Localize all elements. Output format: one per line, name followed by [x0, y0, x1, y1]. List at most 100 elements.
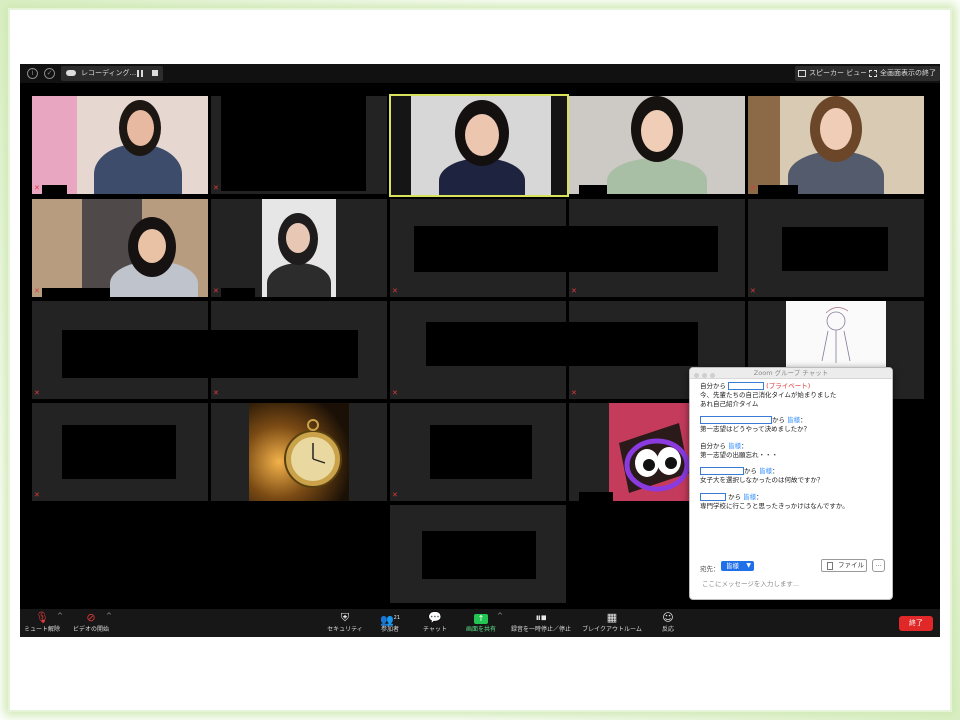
participants-label: 参加者	[380, 626, 399, 633]
send-to-label: 宛先：	[700, 565, 720, 573]
participant-body	[607, 158, 707, 194]
reactions-button[interactable]: ☺ 反応	[656, 611, 680, 634]
end-meeting-label: 終了	[909, 619, 923, 627]
video-options-caret-icon[interactable]: ^	[106, 612, 112, 620]
minimize-dot[interactable]	[702, 373, 707, 378]
muted-mic-icon: ✕	[213, 184, 219, 192]
participant-body	[267, 263, 331, 297]
participants-button[interactable]: 👥21 参加者	[372, 611, 408, 634]
name-label	[42, 288, 110, 297]
video-tile[interactable]	[569, 96, 745, 194]
emoji-icon: ☺	[662, 611, 674, 624]
video-tile[interactable]: ✕	[32, 403, 208, 501]
muted-mic-icon: ✕	[392, 287, 398, 295]
participant-face	[820, 108, 852, 150]
grid-icon	[798, 70, 806, 77]
video-tile[interactable]: ✕	[390, 403, 566, 501]
shield-icon[interactable]: ✓	[44, 68, 55, 79]
muted-mic-icon: ✕	[213, 287, 219, 295]
end-meeting-button[interactable]: 終了	[899, 616, 933, 631]
message-from: から	[772, 416, 785, 424]
message-line: 第一志望の出願忘れ・・・	[700, 451, 778, 459]
chat-label: チャット	[423, 626, 447, 633]
window-controls	[694, 371, 718, 382]
redacted-name	[700, 493, 726, 501]
muted-mic-icon: ✕	[392, 389, 398, 397]
file-button[interactable]: ファイル	[821, 559, 867, 572]
blacked-out-area	[422, 531, 536, 579]
info-icon[interactable]: i	[27, 68, 38, 79]
message-recipient: 皆様	[728, 442, 742, 450]
participants-icon: 👥21	[379, 613, 401, 627]
private-label: (プライベート)	[766, 382, 811, 390]
message-line: あれ自己紹介タイム	[700, 400, 759, 408]
muted-mic-icon: ✕	[750, 184, 756, 192]
exit-fullscreen-button[interactable]: 全画面表示の終了	[866, 66, 940, 81]
speaker-view-button[interactable]: スピーカー ビュー	[795, 66, 872, 81]
name-label	[579, 185, 607, 194]
message-recipient: 皆様	[787, 416, 801, 424]
share-screen-button[interactable]: ↑ 画面を共有	[462, 611, 500, 634]
video-tile[interactable]: ✕	[32, 96, 208, 194]
unmute-button[interactable]: 🎙 ミュート解除	[23, 611, 61, 634]
participant-face	[286, 223, 310, 253]
muted-mic-icon: ✕	[34, 389, 40, 397]
chat-message: から 皆様： 第一志望はどうやって決めましたか？	[700, 416, 810, 434]
zoom-dot[interactable]	[710, 373, 715, 378]
chat-title: Zoom グループ チャット	[753, 369, 829, 377]
participant-face	[641, 110, 673, 152]
video-tile[interactable]	[211, 403, 387, 501]
security-label: セキュリティ	[327, 626, 363, 633]
chat-message: から 皆様： 女子大を選択しなかったのは何故ですか？	[700, 467, 824, 485]
more-options-button[interactable]: ...	[872, 559, 885, 572]
message-from: から	[728, 493, 742, 501]
video-tile[interactable]: ✕	[211, 96, 387, 194]
message-colon: ：	[800, 416, 807, 424]
stop-recording-icon[interactable]	[152, 70, 158, 76]
muted-mic-icon: ✕	[571, 389, 577, 397]
video-tile[interactable]	[390, 505, 566, 603]
chat-message: 自分から (プライベート) 今、先輩たちの自己消化タイムが始まりました あれ自己…	[700, 382, 836, 409]
blacked-out-area	[62, 330, 358, 378]
share-options-caret-icon[interactable]: ^	[497, 612, 503, 620]
message-sender: 自分から	[700, 382, 726, 390]
name-label	[579, 492, 613, 501]
redacted-name	[728, 382, 765, 390]
name-label	[758, 185, 798, 194]
video-tile[interactable]: ✕	[211, 199, 387, 297]
meeting-toolbar: 🎙 ミュート解除 ^ ⊘ ビデオの開始 ^ ⛨ セキュリティ 👥21 参加者 💬…	[20, 609, 940, 637]
dropdown-caret-icon: ▼	[746, 562, 751, 569]
recording-label: レコーディング...	[81, 69, 137, 77]
blacked-out-area	[414, 226, 718, 272]
video-tile[interactable]: ✕	[748, 96, 924, 194]
pause-recording-icon[interactable]	[137, 70, 143, 77]
breakout-grid-icon: ▦	[606, 611, 618, 624]
message-line: 専門学校に行こうと思ったきっかけはなんですか。	[700, 502, 849, 510]
name-label	[42, 185, 67, 194]
chat-message-input[interactable]: ここにメッセージを入力します...	[702, 578, 799, 588]
curtain-background	[32, 96, 77, 194]
recording-control-button[interactable]: ⏸⏹ 録音を一時停止／停止	[510, 611, 572, 634]
share-screen-icon: ↑	[462, 611, 500, 625]
breakout-rooms-button[interactable]: ▦ ブレイクアウトルーム	[580, 611, 644, 634]
muted-mic-icon: 🎙	[35, 611, 49, 624]
message-colon: ：	[741, 442, 748, 450]
audio-options-caret-icon[interactable]: ^	[57, 612, 63, 620]
security-shield-icon: ⛨	[340, 611, 350, 624]
video-tile[interactable]: ✕	[748, 199, 924, 297]
close-dot[interactable]	[694, 373, 699, 378]
recipient-dropdown[interactable]: 皆様 ▼	[721, 561, 754, 571]
message-recipient: 皆様	[743, 493, 757, 501]
speaker-view-label: スピーカー ビュー	[809, 69, 868, 77]
chat-button[interactable]: 💬 チャット	[418, 611, 452, 634]
video-tile[interactable]: ✕	[32, 199, 208, 297]
fullscreen-icon	[869, 70, 877, 77]
message-from: から	[744, 467, 757, 475]
security-button[interactable]: ⛨ セキュリティ	[325, 611, 365, 634]
exit-fullscreen-label: 全画面表示の終了	[880, 69, 936, 77]
more-options-label: ...	[875, 560, 882, 568]
active-speaker-tile[interactable]	[389, 94, 569, 197]
recording-control-label: 録音を一時停止／停止	[510, 626, 571, 633]
file-button-label: ファイル	[838, 561, 864, 569]
muted-mic-icon: ✕	[34, 287, 40, 295]
